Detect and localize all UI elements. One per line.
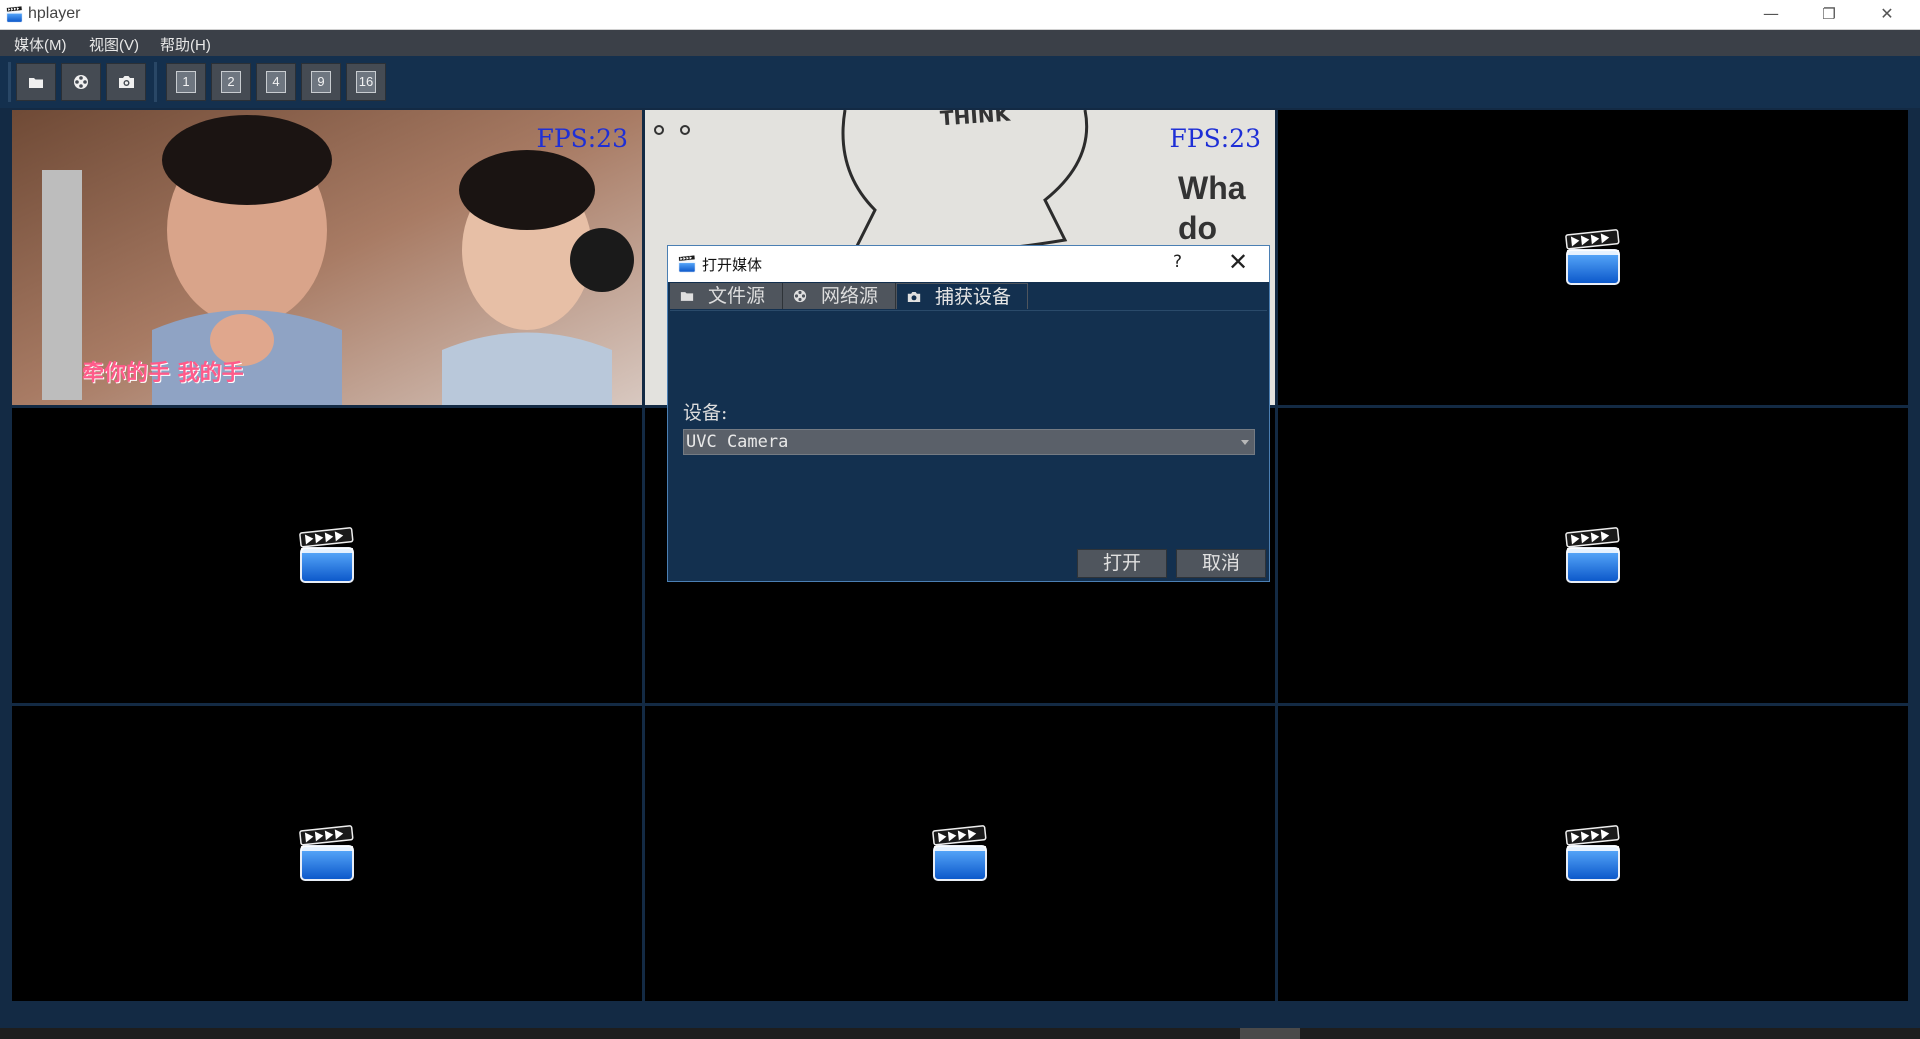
layout-9-label: 9: [311, 71, 331, 93]
chevron-down-icon: [1241, 440, 1249, 445]
toolbar-separator: [8, 62, 11, 102]
status-indicator: [1240, 1028, 1300, 1039]
tab-file-source-label: 文件源: [708, 285, 766, 307]
film-reel-icon: [74, 75, 88, 89]
window-title: hplayer: [28, 5, 81, 22]
close-window-button[interactable]: ✕: [1858, 0, 1916, 29]
board-text: Wha do: [1178, 170, 1246, 246]
layout-1-button[interactable]: 1: [166, 63, 206, 101]
title-bar: hplayer — ❐ ✕: [0, 0, 1920, 30]
layout-16-button[interactable]: 16: [346, 63, 386, 101]
open-media-dialog: 打开媒体 ? ✕ 文件源 网络源 捕获设备 设备: UVC Camera 打开 …: [667, 245, 1270, 582]
app-icon: [6, 6, 23, 23]
tab-network-source-label: 网络源: [821, 285, 879, 307]
clapperboard-icon: [931, 825, 989, 883]
open-capture-button[interactable]: [106, 63, 146, 101]
video-cell-3[interactable]: [1278, 110, 1908, 405]
video-cell-1[interactable]: FPS:23 牵你的手 我的手: [12, 110, 642, 405]
folder-icon: [680, 292, 694, 301]
open-button[interactable]: 打开: [1077, 549, 1167, 578]
restore-button[interactable]: ❐: [1800, 0, 1858, 29]
video-cell-9[interactable]: [1278, 706, 1908, 1001]
folder-icon: [29, 77, 43, 88]
camera-icon: [118, 76, 134, 88]
fps-label-2: FPS:23: [1169, 124, 1261, 153]
video-cell-6[interactable]: [1278, 408, 1908, 703]
toolbar-separator: [154, 62, 157, 102]
clapperboard-icon: [298, 527, 356, 585]
menu-bar: 媒体(M) 视图(V) 帮助(H): [0, 30, 1920, 56]
source-tabs: 文件源 网络源 捕获设备: [670, 283, 1267, 311]
layout-1-label: 1: [176, 71, 196, 93]
layout-4-button[interactable]: 4: [256, 63, 296, 101]
status-bar: [0, 1028, 1920, 1039]
video-cell-4[interactable]: [12, 408, 642, 703]
subtitle-text: 牵你的手 我的手: [82, 361, 244, 386]
device-label: 设备:: [683, 402, 728, 424]
tab-file-source[interactable]: 文件源: [670, 283, 783, 309]
open-file-button[interactable]: [16, 63, 56, 101]
layout-2-button[interactable]: 2: [211, 63, 251, 101]
clapperboard-icon: [1564, 229, 1622, 287]
fps-label-1: FPS:23: [536, 124, 628, 153]
clapperboard-icon: [298, 825, 356, 883]
video-cell-8[interactable]: [645, 706, 1275, 1001]
clapperboard-icon: [1564, 527, 1622, 585]
minimize-button[interactable]: —: [1742, 0, 1800, 29]
clapperboard-icon: [1564, 825, 1622, 883]
tab-capture-device[interactable]: 捕获设备: [896, 283, 1028, 309]
menu-view[interactable]: 视图(V): [89, 34, 139, 55]
open-network-button[interactable]: [61, 63, 101, 101]
cancel-button[interactable]: 取消: [1176, 549, 1266, 578]
dialog-app-icon: [678, 255, 696, 273]
video-cell-7[interactable]: [12, 706, 642, 1001]
tab-network-source[interactable]: 网络源: [783, 283, 896, 309]
menu-media[interactable]: 媒体(M): [14, 34, 67, 55]
toolbar: 1 2 4 9 16: [0, 56, 1920, 108]
camera-icon: [907, 292, 921, 302]
device-select-value: UVC Camera: [686, 432, 789, 452]
layout-2-label: 2: [221, 71, 241, 93]
layout-16-label: 16: [355, 71, 377, 93]
tab-capture-device-label: 捕获设备: [935, 286, 1012, 308]
layout-9-button[interactable]: 9: [301, 63, 341, 101]
dialog-close-button[interactable]: ✕: [1228, 248, 1248, 276]
film-reel-icon: [793, 289, 807, 303]
menu-help[interactable]: 帮助(H): [160, 34, 211, 55]
layout-4-label: 4: [266, 71, 286, 93]
dialog-title: 打开媒体: [702, 257, 763, 274]
device-select[interactable]: UVC Camera: [683, 429, 1255, 455]
dialog-title-bar: 打开媒体 ? ✕: [668, 246, 1269, 282]
help-button[interactable]: ?: [1173, 252, 1182, 272]
